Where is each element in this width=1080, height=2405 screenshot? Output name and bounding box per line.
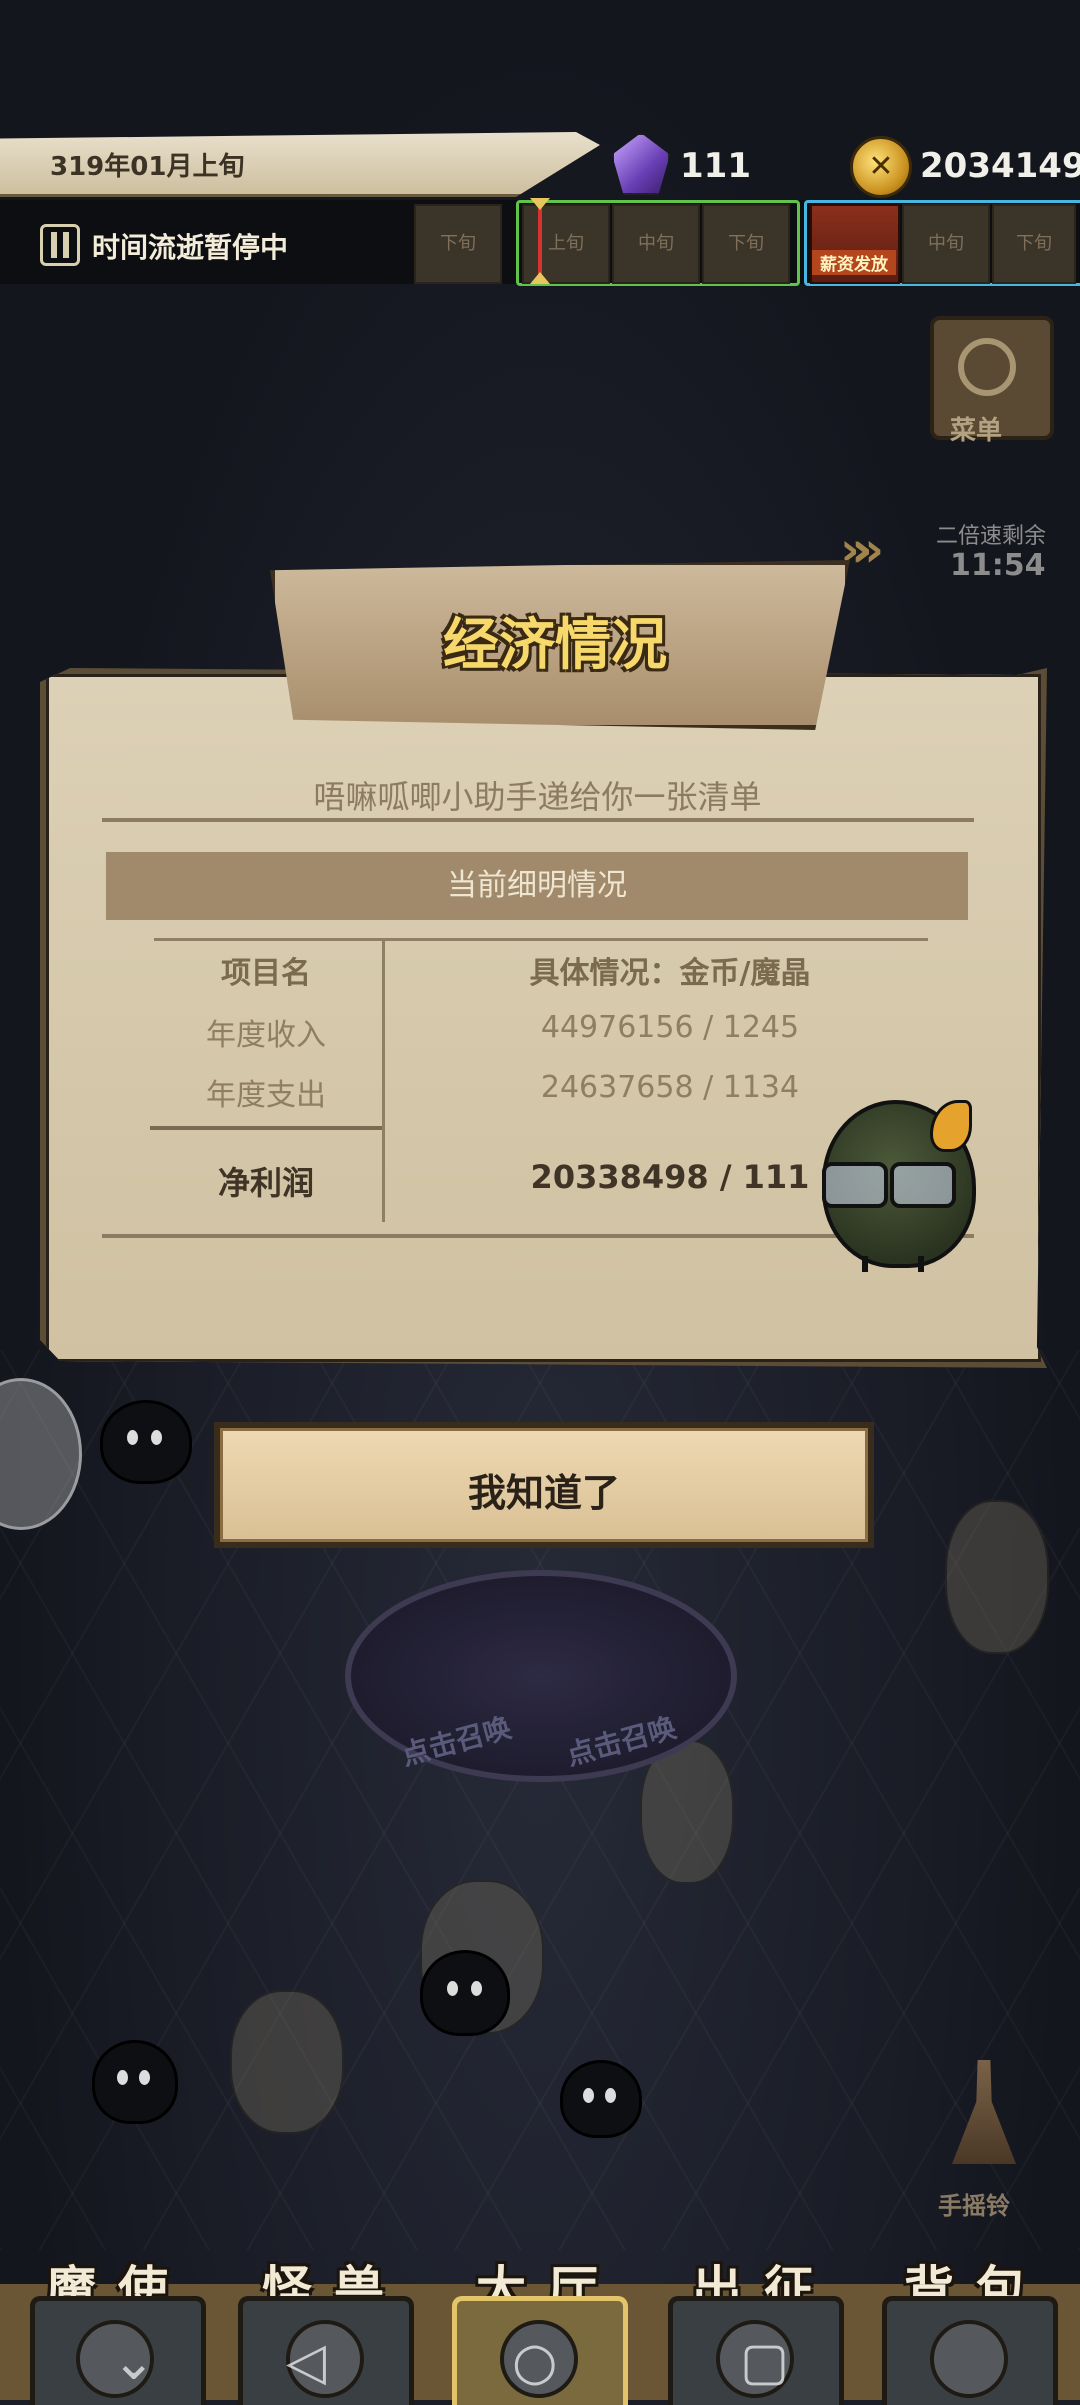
period-cell: 下旬 xyxy=(992,204,1076,284)
back-icon[interactable]: ◁ xyxy=(286,2332,326,2392)
background-character xyxy=(100,1400,192,1484)
hand-bell-label: 手摇铃 xyxy=(938,2192,1010,2220)
table-header-name: 项目名 xyxy=(221,956,311,991)
confirm-button-label: 我知道了 xyxy=(467,1471,620,1515)
marker-bottom-arrow xyxy=(530,272,550,284)
background-character xyxy=(230,1990,344,2134)
collapse-icon[interactable]: ⌄ xyxy=(112,2332,156,2392)
salary-event-label: 薪资发放 xyxy=(812,250,896,275)
gold-coin-icon: ✕ xyxy=(850,136,912,198)
mascot-leg xyxy=(918,1256,924,1272)
background-character xyxy=(92,2040,178,2124)
recents-icon[interactable]: ▢ xyxy=(740,2332,789,2392)
mascot-glasses xyxy=(818,1162,968,1208)
section-header: 当前细明情况 xyxy=(106,852,968,920)
period-cell: 下旬 xyxy=(414,204,502,284)
background-character xyxy=(420,1950,510,2036)
backpack-icon xyxy=(930,2320,1008,2398)
menu-icon xyxy=(958,338,1016,396)
marker-top-arrow xyxy=(530,198,550,210)
mascot-leg xyxy=(862,1256,868,1272)
dialog-subtitle: 唔嘛呱唧小助手递给你一张清单 xyxy=(313,778,762,816)
double-speed-time: 11:54 xyxy=(950,548,1046,583)
period-cell: 下旬 xyxy=(702,204,790,284)
table-divider xyxy=(150,1126,382,1130)
dialog-title: 经济情况 xyxy=(443,613,667,678)
table-row-name: 年度收入 xyxy=(206,1018,326,1053)
background-character xyxy=(560,2060,642,2138)
table-row-name: 年度支出 xyxy=(206,1078,326,1113)
period-cell: 中旬 xyxy=(612,204,700,284)
divider xyxy=(102,818,974,822)
table-row-value: 44976156 / 1245 xyxy=(540,1010,800,1045)
menu-label: 菜单 xyxy=(950,416,1003,446)
timeline-marker xyxy=(538,204,542,280)
table-divider xyxy=(154,938,928,941)
table-row-value: 24637658 / 1134 xyxy=(540,1070,800,1105)
net-profit-label: 净利润 xyxy=(217,1164,314,1202)
coin-count: 20341494 xyxy=(920,146,1080,186)
crystal-count: 111 xyxy=(680,146,751,186)
time-status-label: 时间流逝暂停中 xyxy=(92,231,289,264)
pause-icon[interactable] xyxy=(40,224,80,266)
period-cell: 中旬 xyxy=(902,204,990,284)
background-character xyxy=(945,1500,1049,1654)
double-speed-label: 二倍速剩余 xyxy=(936,524,1047,549)
home-icon[interactable]: ○ xyxy=(512,2332,557,2392)
current-date: 319年01月上旬 xyxy=(50,152,245,182)
table-header-detail: 具体情况：金币/魔晶 xyxy=(529,956,811,991)
